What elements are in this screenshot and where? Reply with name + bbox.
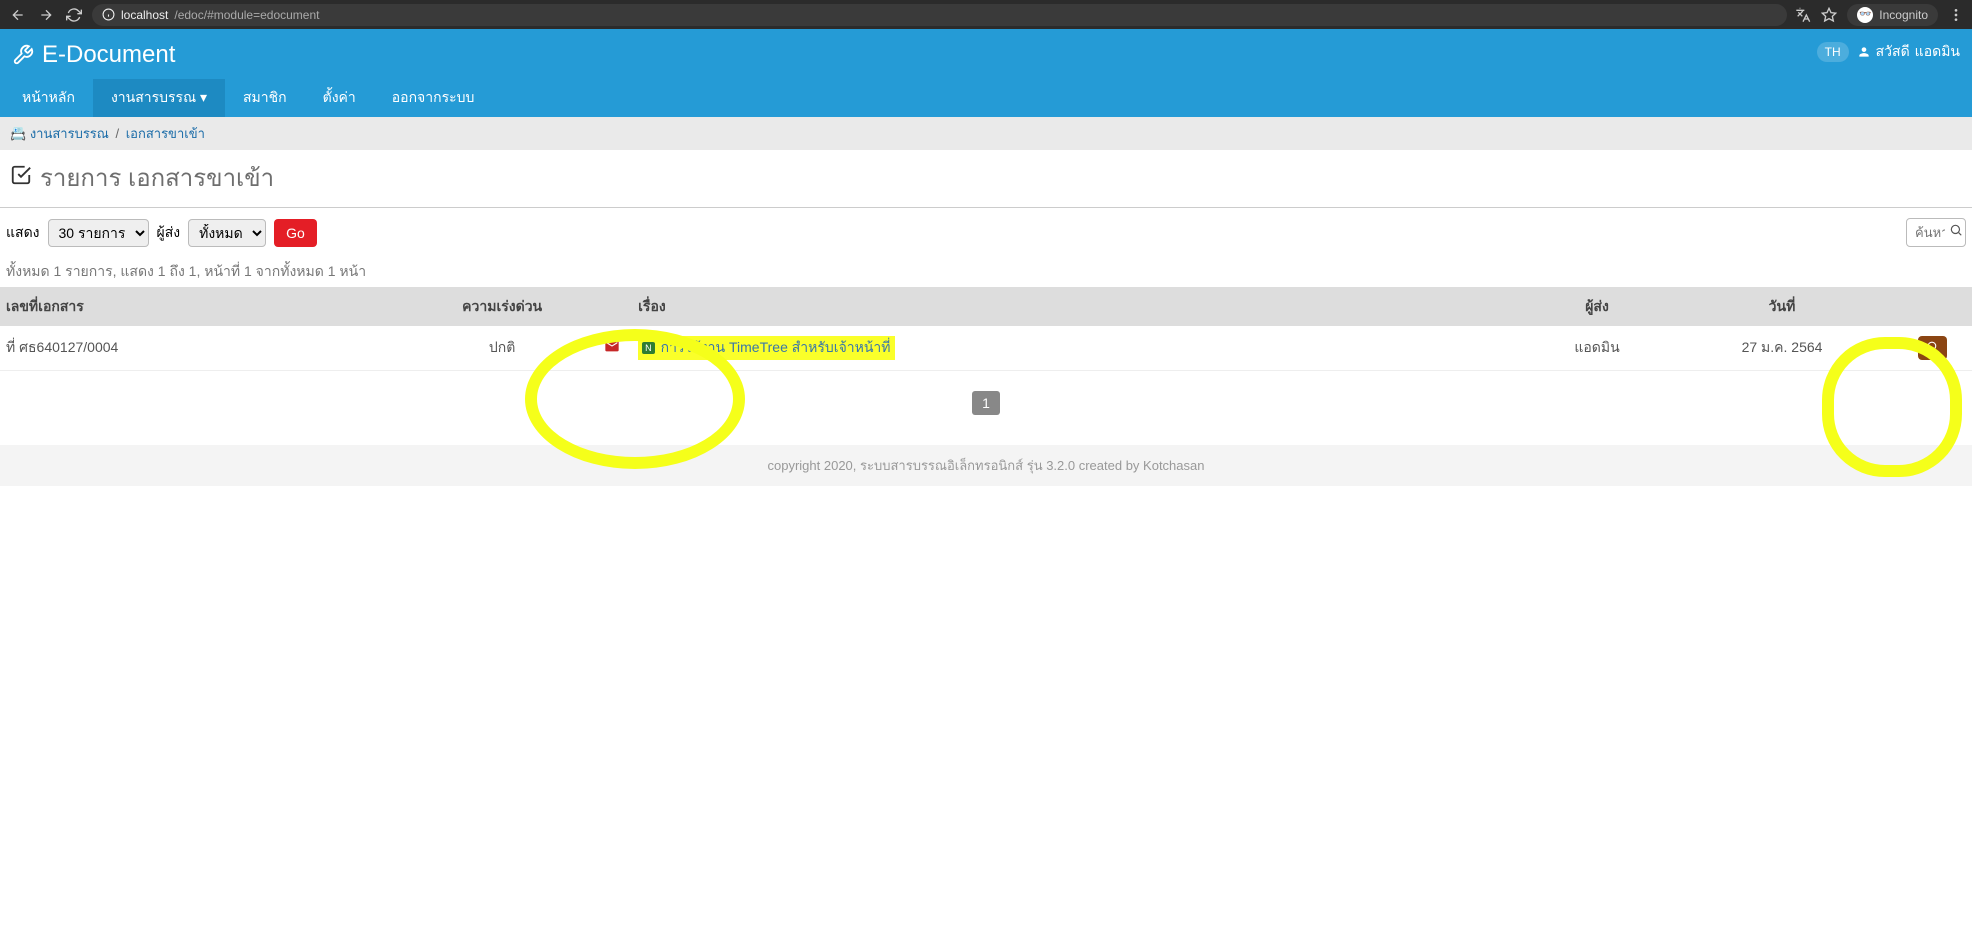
- app-header: E-Document TH สวัสดี แอดมิน: [0, 29, 1972, 79]
- cell-mail-status: [592, 326, 632, 371]
- mail-unread-icon: [604, 341, 620, 358]
- url-path: /edoc/#module=edocument: [174, 8, 319, 22]
- show-label: แสดง: [6, 222, 40, 244]
- sender-label: ผู้ส่ง: [157, 222, 181, 244]
- chevron-down-icon: ▾: [200, 89, 207, 105]
- breadcrumb-item-1[interactable]: งานสารบรรณ: [30, 126, 109, 141]
- sender-select[interactable]: ทั้งหมด: [188, 219, 266, 247]
- arrow-left-icon: [10, 7, 26, 23]
- back-button[interactable]: [8, 5, 28, 25]
- arrow-right-icon: [38, 7, 54, 23]
- page-current[interactable]: 1: [972, 391, 1000, 415]
- col-docno: เลขที่เอกสาร: [0, 288, 412, 326]
- col-sender: ผู้ส่ง: [1522, 288, 1672, 326]
- nav-home[interactable]: หน้าหลัก: [4, 79, 93, 117]
- main-nav: หน้าหลัก งานสารบรรณ ▾ สมาชิก ตั้งค่า ออก…: [0, 79, 1972, 117]
- table-header-row: เลขที่เอกสาร ความเร่งด่วน เรื่อง ผู้ส่ง …: [0, 288, 1972, 326]
- result-summary: ทั้งหมด 1 รายการ, แสดง 1 ถึง 1, หน้าที่ …: [0, 257, 1972, 288]
- table-row: ที่ ศธ640127/0004 ปกติ N การใช้งาน TimeT…: [0, 326, 1972, 371]
- cell-sender: แอดมิน: [1522, 326, 1672, 371]
- page-title: รายการ เอกสารขาเข้า: [0, 150, 1972, 208]
- col-subject: เรื่อง: [632, 288, 1522, 326]
- incognito-badge: 👓 Incognito: [1847, 4, 1938, 26]
- cell-docno: ที่ ศธ640127/0004: [0, 326, 412, 371]
- pagination: 1: [0, 371, 1972, 445]
- list-check-icon: [10, 164, 32, 192]
- filter-toolbar: แสดง 30 รายการ ผู้ส่ง ทั้งหมด Go: [0, 208, 1972, 257]
- reload-button[interactable]: [64, 5, 84, 25]
- browser-menu-icon[interactable]: [1948, 7, 1964, 23]
- new-badge-icon: N: [642, 342, 655, 354]
- reload-icon: [66, 7, 82, 23]
- browser-chrome: localhost/edoc/#module=edocument 👓 Incog…: [0, 0, 1972, 29]
- user-greeting[interactable]: สวัสดี แอดมิน: [1857, 41, 1960, 63]
- cell-priority: ปกติ: [412, 326, 592, 371]
- url-host: localhost: [121, 8, 168, 22]
- nav-members[interactable]: สมาชิก: [225, 79, 305, 117]
- view-button[interactable]: [1918, 336, 1947, 360]
- search-icon[interactable]: [1949, 223, 1963, 242]
- nav-settings[interactable]: ตั้งค่า: [305, 79, 374, 117]
- cell-date: 27 ม.ค. 2564: [1672, 326, 1892, 371]
- user-icon: [1857, 45, 1871, 59]
- col-priority: ความเร่งด่วน: [412, 288, 592, 326]
- search-box[interactable]: [1906, 218, 1966, 247]
- info-icon: [102, 8, 115, 21]
- breadcrumb-item-2[interactable]: เอกสารขาเข้า: [126, 126, 205, 141]
- star-icon[interactable]: [1821, 7, 1837, 23]
- wrench-cross-icon: [12, 44, 34, 66]
- search-icon: [1926, 340, 1939, 353]
- breadcrumb: 📇 งานสารบรรณ / เอกสารขาเข้า: [0, 117, 1972, 150]
- language-badge[interactable]: TH: [1817, 42, 1849, 62]
- app-title: E-Document: [12, 41, 175, 79]
- url-bar[interactable]: localhost/edoc/#module=edocument: [92, 4, 1787, 26]
- show-count-select[interactable]: 30 รายการ: [48, 219, 149, 247]
- col-date: วันที่: [1672, 288, 1892, 326]
- translate-icon[interactable]: [1795, 7, 1811, 23]
- cell-subject[interactable]: N การใช้งาน TimeTree สำหรับเจ้าหน้าที่: [632, 326, 1522, 371]
- incognito-icon: 👓: [1857, 7, 1873, 23]
- breadcrumb-icon: 📇: [10, 126, 26, 141]
- nav-documents[interactable]: งานสารบรรณ ▾: [93, 79, 225, 117]
- nav-logout[interactable]: ออกจากระบบ: [374, 79, 493, 117]
- incognito-label: Incognito: [1879, 8, 1928, 22]
- documents-table: เลขที่เอกสาร ความเร่งด่วน เรื่อง ผู้ส่ง …: [0, 288, 1972, 371]
- go-button[interactable]: Go: [274, 219, 317, 247]
- footer: copyright 2020, ระบบสารบรรณอิเล็กทรอนิกส…: [0, 445, 1972, 486]
- search-input[interactable]: [1915, 225, 1945, 240]
- forward-button[interactable]: [36, 5, 56, 25]
